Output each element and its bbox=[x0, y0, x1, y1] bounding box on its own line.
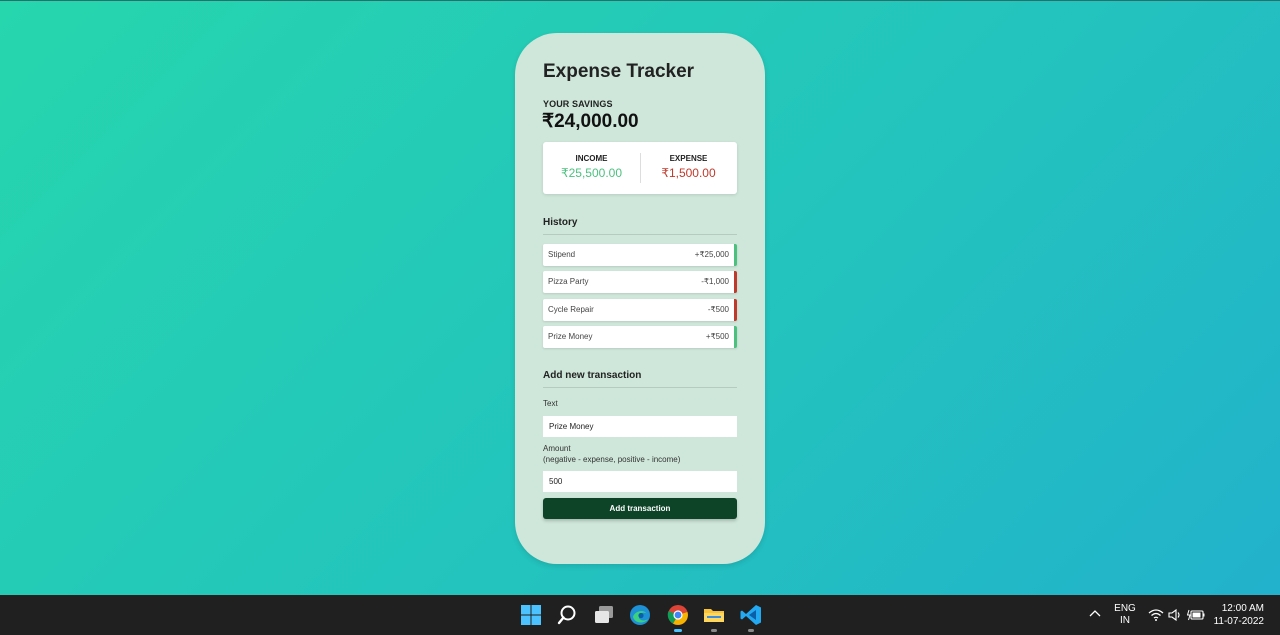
history-item-pizza-party[interactable]: Pizza Party -₹1,000 bbox=[543, 271, 737, 294]
expense-label: EXPENSE bbox=[669, 154, 708, 163]
income-expense-summary: INCOME ₹25,500.00 EXPENSE ₹1,500.00 bbox=[543, 142, 737, 194]
language-region: IN bbox=[1120, 615, 1130, 626]
expense-summary: EXPENSE ₹1,500.00 bbox=[640, 142, 737, 194]
savings-label: YOUR SAVINGS bbox=[543, 99, 613, 109]
history-item-prize-money[interactable]: Prize Money +₹500 bbox=[543, 325, 737, 348]
clock-date: 11-07-2022 bbox=[1213, 616, 1264, 627]
transaction-text: Cycle Repair bbox=[548, 304, 594, 314]
volume-icon[interactable] bbox=[1167, 608, 1183, 622]
history-item-cycle-repair[interactable]: Cycle Repair -₹500 bbox=[543, 298, 737, 321]
taskbar: ENG IN 12:00 AM 11-07-2022 bbox=[0, 595, 1280, 635]
add-transaction-title: Add new transaction bbox=[543, 370, 642, 381]
text-field-label: Text bbox=[543, 399, 558, 408]
chevron-up-icon[interactable] bbox=[1088, 607, 1102, 621]
amount-input[interactable] bbox=[543, 471, 737, 492]
transaction-amount: +₹500 bbox=[705, 331, 729, 341]
history-divider bbox=[543, 234, 737, 235]
amount-field-label: Amount bbox=[543, 444, 571, 453]
system-clock[interactable]: 12:00 AM 11-07-2022 bbox=[1214, 602, 1264, 628]
wifi-icon[interactable] bbox=[1148, 608, 1164, 622]
text-input[interactable] bbox=[543, 416, 737, 437]
expense-value: ₹1,500.00 bbox=[661, 166, 716, 180]
task-view-icon[interactable] bbox=[592, 603, 616, 627]
amount-field-hint: (negative - expense, positive - income) bbox=[543, 454, 681, 464]
clock-time: 12:00 AM bbox=[1221, 603, 1264, 614]
window-top-border bbox=[0, 0, 1280, 1]
language-code: ENG bbox=[1114, 603, 1136, 614]
history-title: History bbox=[543, 217, 578, 228]
battery-charging-icon[interactable] bbox=[1186, 608, 1205, 622]
expense-tracker-card: Expense Tracker YOUR SAVINGS ₹24,000.00 … bbox=[515, 33, 765, 564]
history-item-stipend[interactable]: Stipend +₹25,000 bbox=[543, 244, 737, 266]
income-label: INCOME bbox=[575, 154, 608, 163]
language-indicator[interactable]: ENG IN bbox=[1110, 603, 1140, 627]
transaction-amount: +₹25,000 bbox=[694, 250, 729, 259]
edge-browser-icon[interactable] bbox=[628, 603, 652, 627]
explorer-running-indicator bbox=[711, 629, 717, 632]
app-title: Expense Tracker bbox=[543, 61, 695, 82]
file-explorer-icon[interactable] bbox=[702, 603, 726, 627]
add-transaction-divider bbox=[543, 387, 737, 388]
transaction-amount: -₹1,000 bbox=[701, 277, 729, 287]
transaction-text: Stipend bbox=[548, 250, 576, 259]
income-summary: INCOME ₹25,500.00 bbox=[543, 142, 640, 194]
add-transaction-button[interactable]: Add transaction bbox=[543, 498, 737, 519]
transaction-amount: -₹500 bbox=[707, 304, 729, 314]
search-icon[interactable] bbox=[555, 603, 579, 627]
income-value: ₹25,500.00 bbox=[560, 166, 623, 180]
transaction-text: Pizza Party bbox=[548, 277, 589, 287]
vscode-icon[interactable] bbox=[739, 603, 763, 627]
history-list: Stipend +₹25,000 Pizza Party -₹1,000 Cyc… bbox=[543, 244, 737, 353]
windows-start-icon[interactable] bbox=[519, 603, 543, 627]
vscode-running-indicator bbox=[748, 629, 754, 632]
chrome-browser-icon[interactable] bbox=[666, 603, 690, 627]
savings-value: ₹24,000.00 bbox=[542, 111, 639, 132]
transaction-text: Prize Money bbox=[548, 331, 593, 341]
chrome-active-indicator bbox=[674, 629, 682, 632]
